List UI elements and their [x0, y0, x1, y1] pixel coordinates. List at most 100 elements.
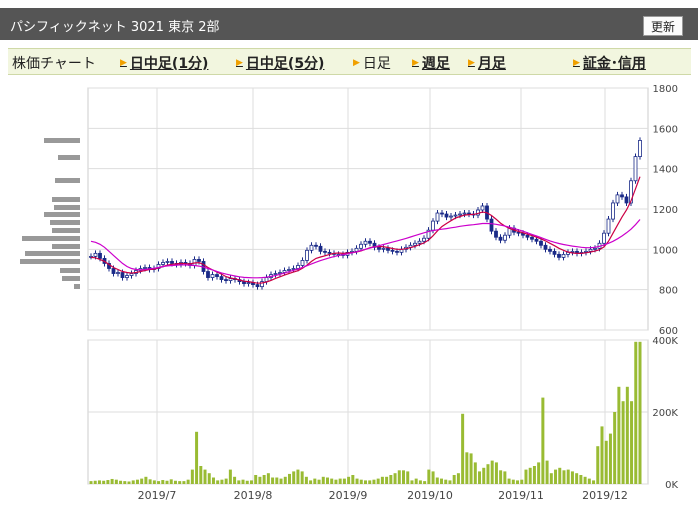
candle: [210, 274, 215, 278]
candle: [602, 232, 606, 244]
volume-bar: [211, 477, 215, 484]
volume-profile-bar: [52, 228, 80, 233]
volume-bar: [575, 473, 579, 484]
candle: [323, 250, 327, 253]
candle: [417, 240, 422, 244]
volume-bar: [393, 473, 397, 484]
volume-bar: [566, 469, 570, 484]
volume-bar: [478, 471, 482, 484]
volume-bar: [207, 473, 211, 484]
candle: [215, 274, 219, 277]
volume-bar: [93, 480, 97, 484]
volume-bar: [233, 476, 237, 484]
volume-bar: [140, 478, 144, 484]
volume-bar: [376, 478, 380, 484]
volume-bar: [292, 471, 296, 484]
volume-bar: [368, 480, 372, 484]
volume-bar: [241, 479, 245, 484]
volume-bar: [321, 476, 325, 484]
volume-bar: [364, 480, 367, 484]
volume-profile-bar: [54, 205, 80, 210]
candle: [449, 215, 453, 218]
volume-bar: [245, 480, 249, 484]
volume-bar: [228, 469, 232, 484]
candle: [165, 261, 170, 263]
x-tick-label: 2019/12: [582, 489, 628, 502]
x-tick-label: 2019/7: [138, 489, 177, 502]
candle: [548, 248, 552, 252]
candle: [98, 252, 102, 259]
candle: [377, 246, 381, 250]
volume-bar: [309, 480, 313, 484]
volume-bar: [634, 341, 638, 484]
candle: [161, 262, 165, 265]
volume-bar: [97, 480, 101, 484]
candle: [170, 261, 174, 264]
candle: [498, 236, 503, 241]
volume-bar: [444, 479, 448, 484]
volume-bar: [516, 480, 520, 484]
volume-bar: [237, 480, 241, 484]
candle: [444, 213, 449, 218]
price-tick-label: 1800: [653, 84, 678, 95]
volume-bar: [372, 479, 376, 484]
volume-bar: [195, 431, 199, 484]
volume-bar: [469, 453, 473, 484]
volume-bar: [249, 480, 253, 484]
candle: [291, 268, 296, 270]
candle: [615, 194, 620, 204]
volume-bar: [173, 480, 177, 484]
volume-bar: [570, 471, 574, 484]
volume-bar: [528, 467, 532, 484]
volume-bar: [608, 433, 612, 484]
candle: [467, 212, 471, 215]
volume-bar: [178, 481, 182, 484]
x-tick-label: 2019/9: [329, 489, 368, 502]
volume-profile-bar: [44, 212, 80, 217]
volume-bar: [448, 480, 452, 484]
candle: [287, 269, 291, 271]
volume-bar: [165, 480, 169, 484]
volume-bar: [182, 481, 186, 484]
volume-bar: [410, 480, 414, 484]
candle: [224, 279, 228, 281]
candle: [363, 240, 368, 245]
volume-profile-bar: [22, 236, 80, 241]
candle: [552, 250, 557, 255]
candle: [327, 251, 332, 254]
volume-bar: [266, 473, 270, 484]
candle: [503, 234, 507, 241]
volume-bar: [524, 469, 528, 484]
volume-bar: [549, 473, 553, 484]
candle: [462, 212, 467, 215]
candle: [539, 240, 543, 246]
volume-bar: [435, 477, 439, 484]
volume-bar: [220, 479, 224, 484]
price-tick-label: 1400: [653, 165, 678, 176]
candle: [111, 268, 116, 274]
volume-profile-bar: [44, 138, 80, 143]
candle: [534, 238, 539, 242]
stock-chart: 180016001400120010008006002019/7 2019/8 20…: [20, 84, 678, 502]
candle: [314, 244, 318, 247]
price-tick-label: 1000: [653, 245, 678, 256]
candle: [458, 213, 462, 216]
volume-bar: [127, 481, 131, 484]
volume-bar: [630, 401, 634, 484]
volume-bar: [579, 475, 583, 484]
volume-bar: [507, 478, 511, 484]
candle: [206, 271, 210, 278]
volume-bar: [304, 476, 308, 484]
volume-bar: [520, 479, 524, 484]
candle: [593, 247, 597, 250]
volume-bar: [262, 475, 266, 484]
volume-bar: [334, 479, 338, 484]
volume-bar: [355, 478, 359, 484]
volume-profile-bar: [20, 259, 80, 264]
price-tick-label: 1600: [653, 124, 678, 135]
candle: [494, 230, 498, 238]
candle: [255, 284, 260, 288]
candle: [309, 244, 314, 251]
volume-profile-bar: [52, 244, 80, 249]
volume-bar: [490, 460, 494, 484]
